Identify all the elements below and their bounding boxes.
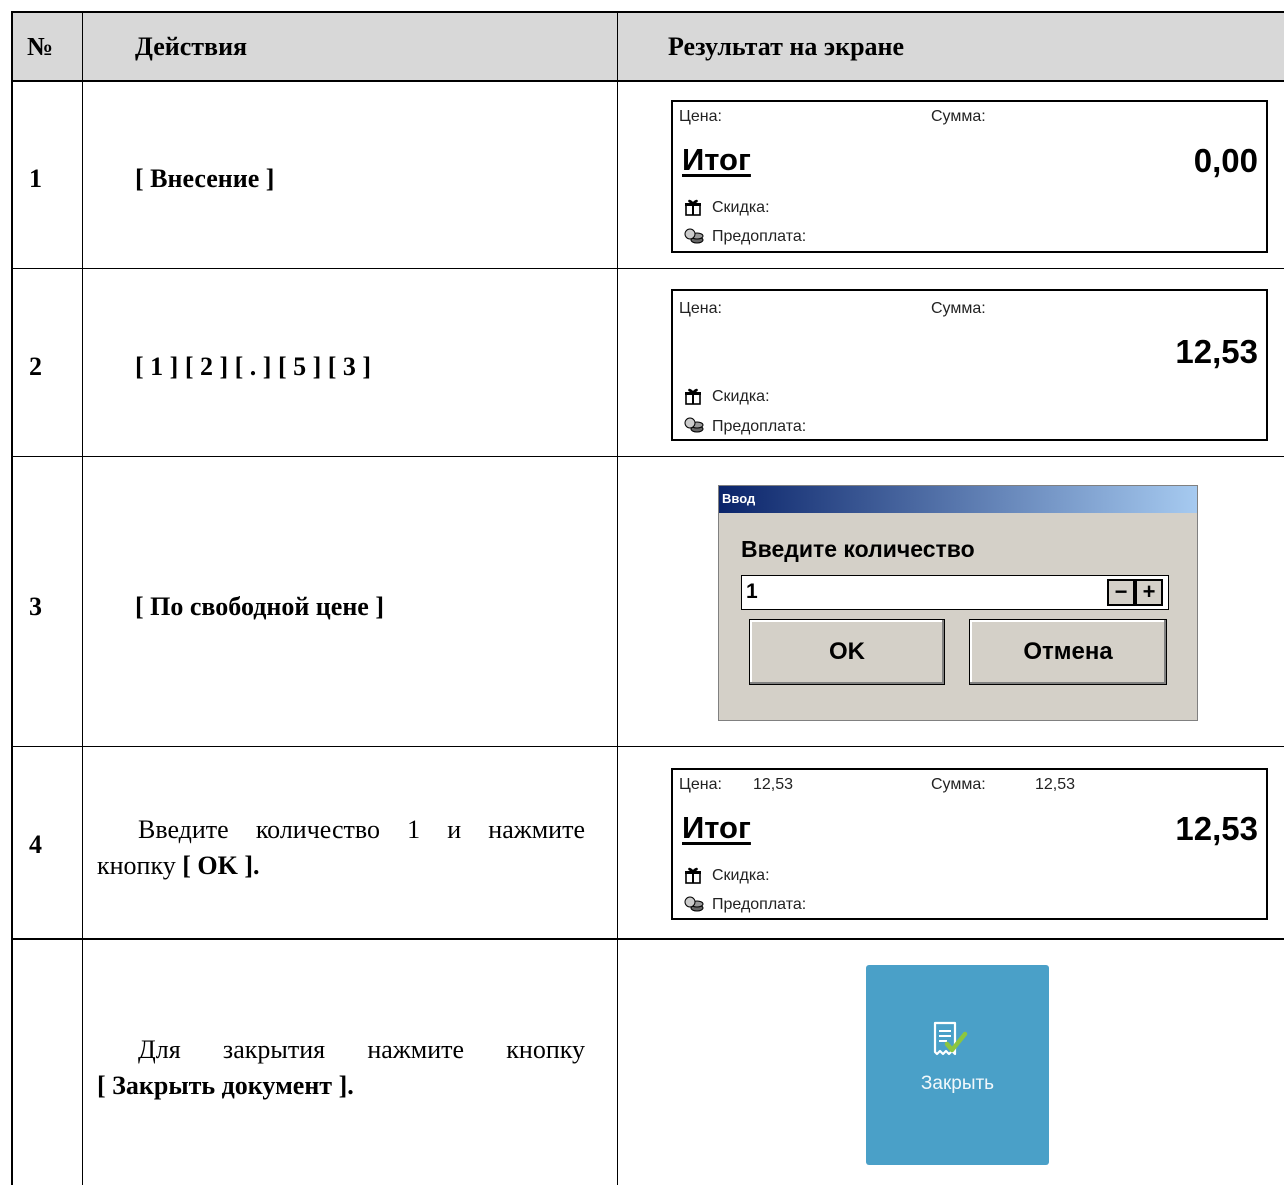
pos-screen-2: Цена: Сумма: 12,53 Скидка: Предоплата: bbox=[671, 289, 1268, 441]
discount-label: Скидка: bbox=[712, 199, 770, 216]
table-border-top bbox=[12, 11, 1284, 13]
action-row-5-line2: [ Закрыть документ ]. bbox=[97, 1068, 585, 1104]
action-row-4-plain: кнопку bbox=[97, 851, 183, 880]
sum-label: Сумма: bbox=[931, 776, 986, 793]
table-border-row2 bbox=[12, 456, 1284, 457]
discount-label: Скидка: bbox=[712, 867, 770, 884]
row-number-3: 3 bbox=[29, 592, 42, 621]
coins-icon bbox=[684, 896, 704, 912]
total-value: 12,53 bbox=[1175, 333, 1258, 370]
header-result: Результат на экране bbox=[668, 32, 905, 61]
dialog-prompt: Введите количество bbox=[741, 536, 975, 562]
total-title: Итог bbox=[682, 142, 751, 177]
action-row-4-bold: [ OK ]. bbox=[182, 851, 260, 880]
total-value: 0,00 bbox=[1193, 142, 1258, 179]
sum-value: 12,53 bbox=[1035, 776, 1076, 793]
discount-label: Скидка: bbox=[712, 388, 770, 405]
quantity-value: 1 bbox=[746, 580, 758, 603]
action-row-2: [ 1 ] [ 2 ] [ . ] [ 5 ] [ 3 ] bbox=[135, 352, 372, 381]
cancel-button[interactable]: Отмена bbox=[969, 619, 1167, 685]
close-document-button[interactable]: Закрыть bbox=[866, 965, 1049, 1165]
action-row-3: [ По свободной цене ] bbox=[135, 592, 385, 621]
dialog-title: Ввод bbox=[722, 491, 756, 506]
header-number: № bbox=[27, 32, 54, 61]
price-value: 12,53 bbox=[753, 776, 794, 793]
price-label: Цена: bbox=[679, 300, 722, 317]
header-actions: Действия bbox=[135, 32, 248, 61]
prepay-label: Предоплата: bbox=[712, 418, 807, 435]
action-row-1: [ Внесение ] bbox=[135, 164, 275, 193]
sum-label: Сумма: bbox=[931, 300, 986, 317]
table-border-header bbox=[12, 80, 1284, 82]
total-title: Итог bbox=[682, 810, 751, 845]
row-number-1: 1 bbox=[29, 164, 42, 193]
close-document-label: Закрыть bbox=[920, 1073, 995, 1094]
pos-screen-4: Цена: 12,53 Сумма: 12,53 Итог 12,53 Скид… bbox=[671, 768, 1268, 920]
table-border-left bbox=[11, 11, 13, 1185]
action-row-4-line2: кнопку [ OK ]. bbox=[97, 848, 585, 884]
quantity-input[interactable]: 1 − + bbox=[741, 575, 1169, 610]
price-label: Цена: bbox=[679, 776, 722, 793]
coins-icon bbox=[684, 228, 704, 244]
table-border-row4 bbox=[12, 938, 1284, 940]
pos-screen-1: Цена: Сумма: Итог 0,00 Скидка: Предоплат… bbox=[671, 100, 1268, 253]
prepay-label: Предоплата: bbox=[712, 228, 807, 245]
gift-icon bbox=[685, 388, 701, 405]
action-row-4: Введите количество 1 и нажмите кнопку [ … bbox=[97, 812, 585, 884]
receipt-check-icon bbox=[933, 1021, 968, 1056]
table-border-row3 bbox=[12, 746, 1284, 747]
increment-button[interactable]: + bbox=[1135, 579, 1163, 606]
sum-label: Сумма: bbox=[931, 108, 986, 125]
table-border-row1 bbox=[12, 268, 1284, 269]
table-border-col2 bbox=[617, 11, 618, 1185]
coins-icon bbox=[684, 417, 704, 433]
gift-icon bbox=[685, 199, 701, 216]
dialog-titlebar: Ввод bbox=[719, 486, 1197, 513]
action-row-5: Для закрытия нажмите кнопку [ Закрыть до… bbox=[97, 1032, 585, 1104]
ok-button[interactable]: OK bbox=[749, 619, 945, 685]
total-value: 12,53 bbox=[1175, 810, 1258, 847]
decrement-button[interactable]: − bbox=[1107, 579, 1135, 606]
action-row-5-bold: [ Закрыть документ ]. bbox=[97, 1071, 354, 1100]
price-label: Цена: bbox=[679, 108, 722, 125]
row-number-2: 2 bbox=[29, 352, 42, 381]
action-row-4-line1: Введите количество 1 и нажмите bbox=[138, 815, 585, 844]
action-row-5-line1: Для закрытия нажмите кнопку bbox=[138, 1035, 585, 1064]
quantity-dialog: Ввод Введите количество 1 − + OK Отмена bbox=[718, 485, 1198, 721]
gift-icon bbox=[685, 867, 701, 884]
prepay-label: Предоплата: bbox=[712, 896, 807, 913]
table-border-col1 bbox=[82, 11, 83, 1185]
row-number-4: 4 bbox=[29, 830, 42, 859]
